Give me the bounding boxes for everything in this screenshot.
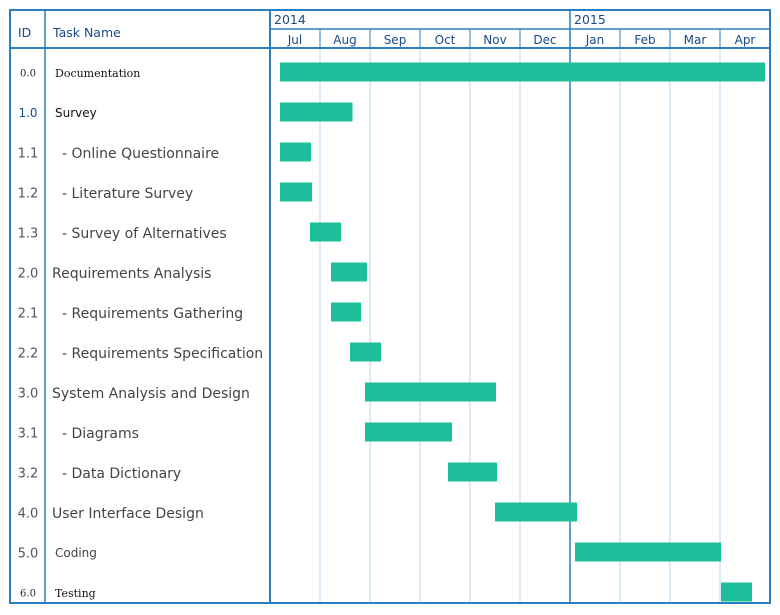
task-name: Documentation <box>55 67 140 80</box>
month-labels: Jul Aug Sep Oct Nov Dec Jan Feb Mar Apr <box>287 33 756 47</box>
task-id: 3.0 <box>18 387 39 402</box>
task-id: 4.0 <box>18 507 39 522</box>
task-name: Coding <box>55 546 97 560</box>
month-label: Sep <box>384 33 407 47</box>
task-bar <box>721 582 752 602</box>
task-bar <box>280 182 312 202</box>
year-label: 2015 <box>574 12 606 27</box>
task-bar <box>280 142 311 162</box>
task-id: 2.1 <box>18 307 39 322</box>
month-label: Oct <box>435 33 456 47</box>
task-rows: 0.0 Documentation 1.0 Survey 1.1 - Online Que… <box>18 67 264 600</box>
task-name: - Data Dictionary <box>62 466 181 482</box>
year-label: 2014 <box>274 12 306 27</box>
task-id: 3.2 <box>18 467 39 482</box>
task-name: - Diagrams <box>62 426 139 442</box>
task-bar <box>495 502 577 522</box>
task-name: Requirements Analysis <box>52 266 211 282</box>
task-id: 3.1 <box>18 427 39 442</box>
month-label: Nov <box>483 33 506 47</box>
task-bar <box>575 542 721 562</box>
task-id: 1.3 <box>18 227 39 242</box>
task-bar <box>331 262 367 282</box>
task-id: 1.2 <box>18 187 39 202</box>
task-bar <box>350 342 381 362</box>
task-id: 1.1 <box>18 147 39 162</box>
task-bar <box>280 62 765 82</box>
task-id: 5.0 <box>18 547 39 562</box>
task-id: 6.0 <box>20 589 36 600</box>
task-bars <box>280 62 765 602</box>
task-id: 0.0 <box>20 69 36 80</box>
task-id: 2.2 <box>18 347 39 362</box>
month-label: Mar <box>684 33 707 47</box>
month-label: Aug <box>333 33 356 47</box>
gantt-chart: ID Task Name 2014 2015 Jul Aug Sep Oct Nov Dec… <box>9 9 771 604</box>
task-bar <box>280 102 353 122</box>
task-name: - Requirements Specification <box>62 346 263 362</box>
month-label: Jul <box>287 33 302 47</box>
task-name: - Online Questionnaire <box>62 146 219 162</box>
task-name: Survey <box>55 106 97 120</box>
task-bar <box>365 382 496 402</box>
month-label: Feb <box>634 33 655 47</box>
month-label: Apr <box>735 33 756 47</box>
task-name: - Survey of Alternatives <box>62 226 227 242</box>
year-labels: 2014 2015 <box>274 12 606 27</box>
id-column-header: ID <box>18 25 31 40</box>
task-name: - Literature Survey <box>62 186 193 202</box>
month-label: Jan <box>585 33 605 47</box>
task-bar <box>365 422 452 442</box>
task-bar <box>331 302 361 322</box>
task-bar <box>448 462 497 482</box>
task-name: System Analysis and Design <box>52 386 250 402</box>
task-name: Testing <box>55 587 96 600</box>
month-label: Dec <box>533 33 556 47</box>
task-id: 2.0 <box>18 267 39 282</box>
task-name: User Interface Design <box>52 506 204 522</box>
task-name: - Requirements Gathering <box>62 306 243 322</box>
task-id: 1.0 <box>18 106 37 120</box>
task-name-column-header: Task Name <box>52 25 121 40</box>
task-bar <box>310 222 341 242</box>
chart-header: ID Task Name <box>18 25 121 40</box>
